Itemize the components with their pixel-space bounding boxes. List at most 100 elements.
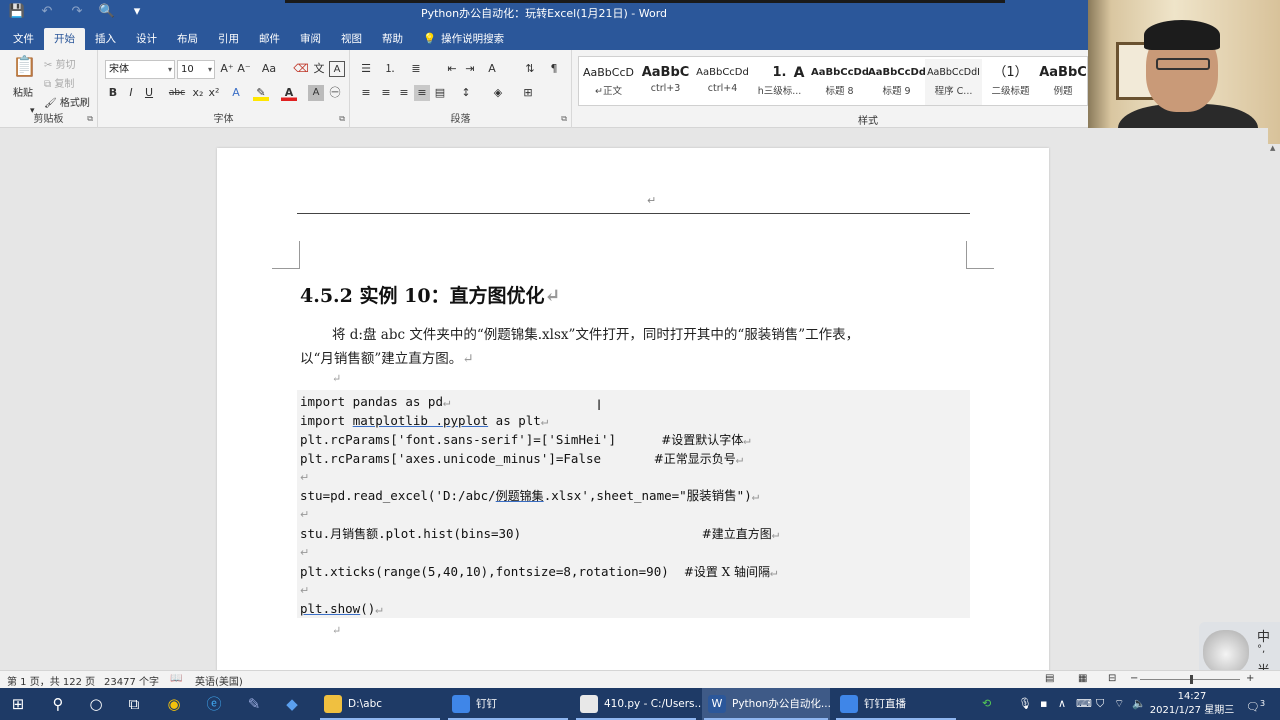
borders-icon[interactable]: ⊞ [520, 85, 536, 101]
tab-view[interactable]: 视图 [331, 28, 372, 50]
paste-button[interactable]: 粘贴 [13, 84, 33, 99]
search-icon[interactable]: ⚲ [48, 694, 68, 714]
numbering-icon[interactable]: ⒈ [382, 61, 398, 77]
align-right-icon[interactable]: ≡ [396, 85, 412, 101]
bold-button[interactable]: B [105, 85, 121, 101]
zoom-out-icon[interactable]: − [1130, 673, 1138, 684]
zoom-slider-thumb[interactable] [1190, 675, 1193, 684]
font-name-combo[interactable]: 宋体 ▾ [105, 60, 175, 79]
microphone-icon[interactable]: 🎙 [1018, 688, 1032, 720]
italic-button[interactable]: I [123, 85, 139, 101]
tab-mailings[interactable]: 邮件 [249, 28, 290, 50]
style-heading9[interactable]: AaBbCcDd 标题 9 [868, 59, 925, 105]
superscript-button[interactable]: x² [206, 85, 222, 101]
highlight-icon[interactable]: ✎ [253, 85, 269, 101]
tray-icon-2[interactable]: ▪ [1040, 688, 1047, 720]
task-view-icon[interactable]: ⧉ [124, 694, 144, 714]
edge-icon[interactable]: ⓔ [204, 694, 224, 714]
justify-icon[interactable]: ≡ [414, 85, 430, 101]
distributed-icon[interactable]: ▤ [432, 85, 448, 101]
scroll-up-icon[interactable]: ▲ [1270, 144, 1275, 152]
tab-help[interactable]: 帮助 [372, 28, 413, 50]
style-level2[interactable]: （1） 二级标题 [982, 59, 1039, 105]
security-icon[interactable]: ⛉ [1096, 688, 1104, 720]
align-center-icon[interactable]: ≡ [378, 85, 394, 101]
taskbar-app-idle[interactable]: 410.py - C:/Users... [574, 688, 705, 720]
copy-button[interactable]: ⧉ 复制 [44, 75, 74, 90]
read-mode-icon[interactable]: ▤ [1045, 673, 1054, 684]
change-case-button[interactable]: Aa [258, 61, 280, 77]
taskbar-app-explorer[interactable]: D:\abc [318, 688, 442, 720]
decrease-indent-icon[interactable]: ⇤ [444, 61, 460, 77]
ime-chinese-mode[interactable]: 中 [1257, 626, 1270, 645]
format-painter-button[interactable]: 🖌 格式刷 [44, 94, 90, 109]
grow-font-button[interactable]: A⁺ [219, 61, 235, 77]
tab-references[interactable]: 引用 [208, 28, 249, 50]
align-left-icon[interactable]: ≡ [358, 85, 374, 101]
enclose-characters-icon[interactable]: ㊀ [327, 85, 343, 101]
network-icon[interactable]: ⌔ [1114, 688, 1124, 720]
document-page[interactable]: ↵ 4.5.2 实例 10：直方图优化↵ 将 d:盘 abc 文件夹中的“例题锦… [217, 148, 1049, 670]
sort-icon[interactable]: ⇅ [522, 61, 538, 77]
taskbar-app-word[interactable]: W Python办公自动化... [702, 688, 831, 720]
system-clock[interactable]: 14:27 2021/1/27 星期三 [1148, 690, 1236, 718]
tab-design[interactable]: 设计 [126, 28, 167, 50]
clipboard-launcher-icon[interactable]: ⧉ [87, 114, 93, 124]
show-hidden-icons-icon[interactable]: ∧ [1058, 688, 1066, 720]
style-ctrl3[interactable]: AaBbC ctrl+3 [637, 59, 694, 105]
bullets-icon[interactable]: ☰ [358, 61, 374, 77]
feather-app-icon[interactable]: ✎ [244, 694, 264, 714]
tab-layout[interactable]: 布局 [167, 28, 208, 50]
taskbar-app-dingtalk-live[interactable]: 钉钉直播 [834, 688, 958, 720]
tray-app-icon[interactable]: ⟲ [982, 688, 991, 720]
style-normal[interactable]: AaBbCcD ↵正文 [580, 59, 637, 105]
taskbar-app-dingtalk[interactable]: 钉钉 [446, 688, 570, 720]
font-launcher-icon[interactable]: ⧉ [339, 114, 345, 124]
tab-home[interactable]: 开始 [44, 28, 85, 50]
style-ctrl4[interactable]: AaBbCcDd ctrl+4 [694, 59, 751, 105]
strikethrough-button[interactable]: abc [166, 85, 188, 101]
clear-formatting-icon[interactable]: ⌫ [293, 61, 309, 77]
multilevel-list-icon[interactable]: ≣ [408, 61, 424, 77]
paragraph-launcher-icon[interactable]: ⧉ [561, 114, 567, 124]
ime-punctuation-mode[interactable]: °, [1257, 644, 1265, 655]
shading-icon[interactable]: ◈ [490, 85, 506, 101]
tab-insert[interactable]: 插入 [85, 28, 126, 50]
line-spacing-icon[interactable]: ↕ [458, 85, 474, 101]
style-heading8[interactable]: AaBbCcDd 标题 8 [811, 59, 868, 105]
cortana-icon[interactable]: ○ [86, 694, 106, 714]
volume-icon[interactable]: 🔈 [1132, 688, 1146, 720]
vertical-scrollbar[interactable]: ▲ [1268, 144, 1280, 670]
increase-indent-icon[interactable]: ⇥ [462, 61, 478, 77]
tell-me-search[interactable]: 💡 操作说明搜索 [413, 28, 514, 50]
web-layout-icon[interactable]: ⊟ [1108, 673, 1116, 684]
tab-file[interactable]: 文件 [3, 28, 44, 50]
phonetic-guide-icon[interactable]: 文 [311, 61, 327, 77]
show-marks-icon[interactable]: ¶ [546, 61, 562, 77]
paste-icon[interactable]: 📋 [12, 56, 37, 84]
language[interactable]: 英语(美国) [195, 673, 243, 688]
font-color-icon[interactable]: A [281, 85, 297, 101]
page-count[interactable]: 第 1 页，共 122 页 [7, 673, 95, 688]
word-count[interactable]: 23477 个字 [104, 673, 159, 688]
character-shading-icon[interactable]: A [308, 85, 324, 101]
shrink-font-button[interactable]: A⁻ [236, 61, 252, 77]
style-a[interactable]: A [787, 59, 811, 105]
subscript-button[interactable]: x₂ [190, 85, 206, 101]
chinese-layout-icon[interactable]: A [484, 61, 500, 77]
windows-start-icon[interactable]: ⊞ [8, 694, 28, 714]
underline-button[interactable]: U [141, 85, 157, 101]
chrome-icon[interactable]: ◉ [164, 694, 184, 714]
style-example[interactable]: AaBbC 例题 [1039, 59, 1087, 105]
print-layout-icon[interactable]: ▦ [1078, 673, 1087, 684]
proofing-icon[interactable]: 📖 [170, 673, 182, 684]
dingtalk-icon[interactable]: ◆ [282, 694, 302, 714]
ime-tray-icon[interactable]: ⌨ [1076, 688, 1092, 720]
character-border-icon[interactable]: A [329, 61, 345, 77]
font-size-combo[interactable]: 10 ▾ [177, 60, 215, 79]
style-program[interactable]: AaBbCcDdI 程序 C... [925, 59, 982, 105]
text-effects-icon[interactable]: A [228, 85, 244, 101]
cut-button[interactable]: ✂ 剪切 [44, 56, 76, 71]
tab-review[interactable]: 审阅 [290, 28, 331, 50]
action-center-icon[interactable]: 🗨3 [1246, 688, 1265, 720]
